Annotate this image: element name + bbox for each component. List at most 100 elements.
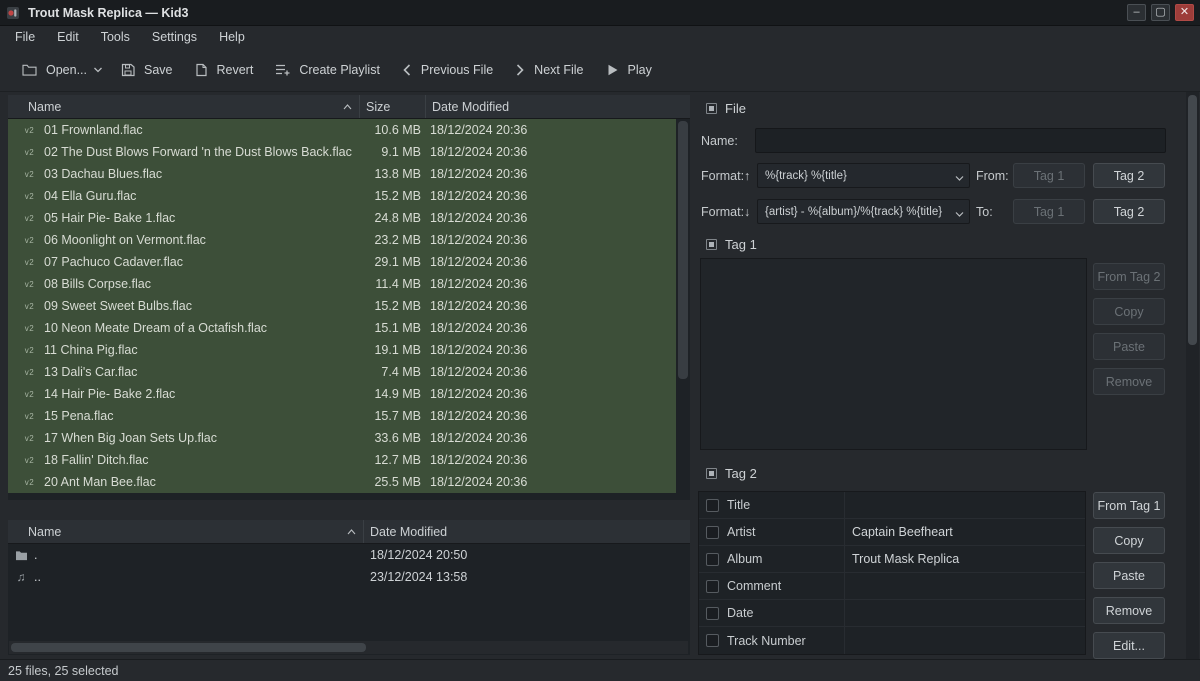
tag1-from-tag-2-button[interactable]: From Tag 2 [1093, 263, 1165, 290]
file-row[interactable]: v2 09 Sweet Sweet Bulbs.flac 15.2 MB 18/… [8, 295, 676, 317]
field-checkbox[interactable] [706, 634, 719, 647]
file-size: 23.2 MB [360, 233, 426, 247]
file-row[interactable]: v2 14 Hair Pie- Bake 2.flac 14.9 MB 18/1… [8, 383, 676, 405]
file-name: 05 Hair Pie- Bake 1.flac [44, 211, 175, 225]
directory-list-header: Name Date Modified [8, 520, 690, 544]
menu-item-file[interactable]: File [4, 28, 46, 46]
tag2-field-artist: Artist Captain Beefheart [699, 519, 1085, 546]
file-list-scrollbar-thumb[interactable] [678, 121, 688, 379]
field-checkbox[interactable] [706, 526, 719, 539]
dir-column-name[interactable]: Name [8, 520, 364, 543]
file-name-cell: v2 14 Hair Pie- Bake 2.flac [8, 387, 360, 401]
horizontal-scrollbar[interactable] [9, 641, 688, 654]
format-up-combobox[interactable]: %{track} %{title} [757, 163, 970, 188]
play-button[interactable]: Play [598, 57, 660, 83]
tag1-paste-button[interactable]: Paste [1093, 333, 1165, 360]
tag2-field-comment: Comment [699, 573, 1085, 600]
tag2-paste-button[interactable]: Paste [1093, 562, 1165, 589]
dir-column-modified[interactable]: Date Modified [364, 520, 690, 543]
file-list-header: Name Size Date Modified [8, 95, 690, 119]
file-modified: 18/12/2024 20:36 [426, 387, 676, 401]
directory-row[interactable]: ♫ .. 23/12/2024 13:58 [8, 566, 690, 588]
revert-button-label: Revert [217, 63, 254, 77]
open-button[interactable]: Open... [14, 57, 95, 83]
file-size: 13.8 MB [360, 167, 426, 181]
directory-row[interactable]: . 18/12/2024 20:50 [8, 544, 690, 566]
menu-item-edit[interactable]: Edit [46, 28, 90, 46]
field-checkbox[interactable] [706, 553, 719, 566]
maximize-button[interactable]: ▢ [1151, 4, 1170, 21]
file-row[interactable]: v2 07 Pachuco Cadaver.flac 29.1 MB 18/12… [8, 251, 676, 273]
tag1-remove-button[interactable]: Remove [1093, 368, 1165, 395]
create-playlist-button[interactable]: Create Playlist [267, 57, 388, 83]
file-row[interactable]: v2 13 Dali's Car.flac 7.4 MB 18/12/2024 … [8, 361, 676, 383]
from-tag1-button[interactable]: Tag 1 [1013, 163, 1085, 188]
file-row[interactable]: v2 20 Ant Man Bee.flac 25.5 MB 18/12/202… [8, 471, 676, 493]
to-tag2-button[interactable]: Tag 2 [1093, 199, 1165, 224]
format-down-value: {artist} - %{album}/%{track} %{title} [765, 206, 942, 218]
tag2-edit-button[interactable]: Edit... [1093, 632, 1165, 659]
menu-item-help[interactable]: Help [208, 28, 256, 46]
close-button[interactable]: ✕ [1175, 4, 1194, 21]
save-icon [121, 63, 135, 77]
file-row[interactable]: v2 05 Hair Pie- Bake 1.flac 24.8 MB 18/1… [8, 207, 676, 229]
previous-file-button[interactable]: Previous File [394, 57, 501, 83]
field-checkbox[interactable] [706, 580, 719, 593]
field-checkbox[interactable] [706, 499, 719, 512]
menu-item-tools[interactable]: Tools [90, 28, 141, 46]
file-column-size[interactable]: Size [360, 95, 426, 118]
file-row[interactable]: v2 02 The Dust Blows Forward 'n the Dust… [8, 141, 676, 163]
field-checkbox[interactable] [706, 607, 719, 620]
tag2-section-toggle-icon[interactable] [706, 468, 717, 479]
file-row[interactable]: v2 11 China Pig.flac 19.1 MB 18/12/2024 … [8, 339, 676, 361]
horizontal-scrollbar-thumb[interactable] [11, 643, 366, 652]
tag2-from-tag-1-button[interactable]: From Tag 1 [1093, 492, 1165, 519]
file-section-header[interactable]: File [706, 101, 746, 116]
open-dropdown-chevron-icon[interactable] [93, 60, 107, 80]
field-label: Title [727, 498, 750, 512]
file-list-scrollbar[interactable] [676, 119, 690, 500]
file-name: 02 The Dust Blows Forward 'n the Dust Bl… [44, 145, 352, 159]
file-row[interactable]: v2 10 Neon Meate Dream of a Octafish.fla… [8, 317, 676, 339]
file-row[interactable]: v2 06 Moonlight on Vermont.flac 23.2 MB … [8, 229, 676, 251]
file-column-name[interactable]: Name [8, 95, 360, 118]
file-row[interactable]: v2 04 Ella Guru.flac 15.2 MB 18/12/2024 … [8, 185, 676, 207]
file-size: 25.5 MB [360, 475, 426, 489]
tag2-section-header[interactable]: Tag 2 [706, 466, 757, 481]
field-value[interactable]: Trout Mask Replica [845, 552, 1085, 566]
tag1-section-toggle-icon[interactable] [706, 239, 717, 250]
file-size: 33.6 MB [360, 431, 426, 445]
tag-version-icon: v2 [22, 324, 37, 333]
to-tag1-button[interactable]: Tag 1 [1013, 199, 1085, 224]
from-tag2-button[interactable]: Tag 2 [1093, 163, 1165, 188]
file-row[interactable]: v2 03 Dachau Blues.flac 13.8 MB 18/12/20… [8, 163, 676, 185]
file-row[interactable]: v2 08 Bills Corpse.flac 11.4 MB 18/12/20… [8, 273, 676, 295]
menu-item-settings[interactable]: Settings [141, 28, 208, 46]
file-column-modified[interactable]: Date Modified [426, 95, 690, 118]
tag1-copy-button[interactable]: Copy [1093, 298, 1165, 325]
tag-version-icon: v2 [22, 258, 37, 267]
tag2-remove-button[interactable]: Remove [1093, 597, 1165, 624]
file-row[interactable]: v2 15 Pena.flac 15.7 MB 18/12/2024 20:36 [8, 405, 676, 427]
file-modified: 18/12/2024 20:36 [426, 409, 676, 423]
panel-scrollbar[interactable] [1186, 92, 1199, 659]
file-row[interactable]: v2 18 Fallin' Ditch.flac 12.7 MB 18/12/2… [8, 449, 676, 471]
file-row[interactable]: v2 17 When Big Joan Sets Up.flac 33.6 MB… [8, 427, 676, 449]
save-button[interactable]: Save [113, 57, 181, 83]
format-down-combobox[interactable]: {artist} - %{album}/%{track} %{title} [757, 199, 970, 224]
titlebar[interactable]: Trout Mask Replica — Kid3 – ▢ ✕ [0, 0, 1200, 26]
filename-input[interactable] [755, 128, 1166, 153]
next-file-button[interactable]: Next File [507, 57, 591, 83]
field-value[interactable]: Captain Beefheart [845, 525, 1085, 539]
file-section-toggle-icon[interactable] [706, 103, 717, 114]
tag-version-icon: v2 [22, 214, 37, 223]
dir-modified: 18/12/2024 20:50 [364, 548, 690, 562]
panel-scrollbar-thumb[interactable] [1188, 95, 1197, 345]
tag2-copy-button[interactable]: Copy [1093, 527, 1165, 554]
file-name: 01 Frownland.flac [44, 123, 143, 137]
revert-button[interactable]: Revert [187, 57, 262, 83]
file-size: 14.9 MB [360, 387, 426, 401]
minimize-button[interactable]: – [1127, 4, 1146, 21]
tag1-section-header[interactable]: Tag 1 [706, 237, 757, 252]
file-row[interactable]: v2 01 Frownland.flac 10.6 MB 18/12/2024 … [8, 119, 676, 141]
